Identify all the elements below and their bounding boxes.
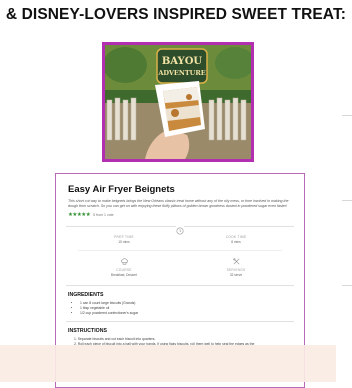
- instructions-heading: INSTRUCTIONS: [68, 328, 107, 335]
- meta-cook-time: COOK TIME 8 mins: [180, 233, 292, 246]
- page-edge-decor: [338, 60, 352, 380]
- recipe-meta-2: COURSE Breakfast, Dessert SERVINGS 32 se…: [68, 253, 292, 281]
- recipe-title: Easy Air Fryer Beignets: [68, 184, 175, 195]
- meta-mid-divider: [78, 250, 282, 252]
- meta-label: COURSE: [116, 268, 132, 273]
- recipe-description: This short cut way to make beignets brin…: [68, 199, 289, 208]
- ingredients-heading: INGREDIENTS: [68, 292, 104, 299]
- utensils-icon: [232, 258, 239, 265]
- meta-divider: [66, 222, 294, 235]
- meta-label: SERVINGS: [226, 268, 246, 273]
- sign-line-2: ADVENTURE: [157, 69, 205, 77]
- list-item: 1/2 cup powdered confectioner's sugar: [80, 311, 292, 316]
- beignet-photo-illustration: BAYOU ADVENTURE: [105, 45, 251, 159]
- meta-label: COOK TIME: [225, 235, 247, 240]
- ingredients-divider: [66, 285, 294, 287]
- meta-value: 15 mins: [118, 240, 130, 245]
- meta-servings: SERVINGS 32 serve: [180, 255, 292, 279]
- clock-icon: [176, 222, 184, 235]
- sign-line-1: BAYOU: [162, 56, 203, 67]
- meta-value: 32 serve: [229, 273, 243, 278]
- rating[interactable]: ★★★★★ 5 from 1 vote: [68, 212, 292, 218]
- rating-text: 5 from 1 vote: [93, 213, 114, 218]
- meta-value: Breakfast, Dessert: [110, 273, 138, 278]
- meta-course: COURSE Breakfast, Dessert: [68, 255, 180, 279]
- instructions-divider: [66, 321, 294, 323]
- page-headline: & DISNEY-LOVERS INSPIRED SWEET TREAT:: [5, 6, 347, 23]
- hero-photo: BAYOU ADVENTURE: [102, 42, 254, 162]
- meta-value: 8 mins: [231, 240, 241, 245]
- ingredients-list: 1 can 8 count large biscuits (Grands) 1 …: [68, 301, 292, 316]
- bottom-overlay: [0, 345, 336, 382]
- chef-hat-icon: [120, 258, 128, 265]
- meta-label: PREP TIME: [114, 235, 134, 240]
- meta-prep-time: PREP TIME 15 mins: [68, 233, 180, 246]
- rating-stars[interactable]: ★★★★★: [68, 212, 91, 218]
